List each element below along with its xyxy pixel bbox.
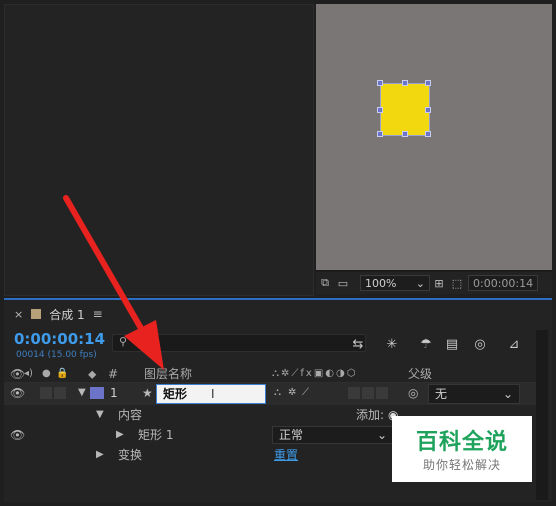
watermark-title: 百科全说 [415, 430, 508, 455]
watermark-subtitle: 助你轻松解决 [422, 458, 501, 472]
watermark-logo: 百科全说 助你轻松解决 [392, 416, 532, 482]
